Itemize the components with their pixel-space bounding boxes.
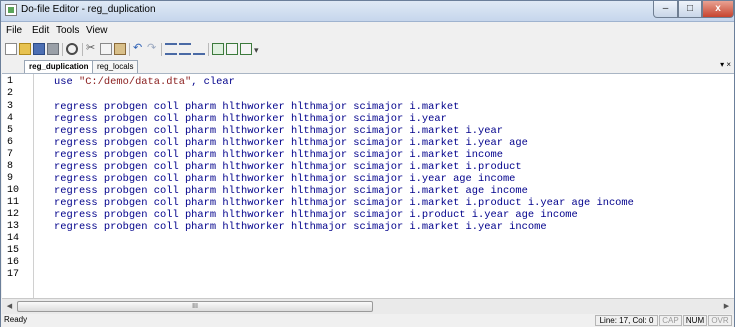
- line-number: 15: [7, 245, 20, 256]
- line-number: 13: [7, 221, 20, 232]
- unindent-icon[interactable]: [179, 43, 191, 55]
- code-line: regress probgen coll pharm hlthworker hl…: [54, 101, 460, 113]
- save-icon[interactable]: [33, 43, 45, 55]
- toolbar-separator: [208, 43, 209, 56]
- menu-edit[interactable]: Edit: [32, 25, 49, 36]
- toolbar-separator: [62, 43, 63, 56]
- code-line: regress probgen coll pharm hlthworker hl…: [54, 209, 578, 221]
- dropdown-icon[interactable]: ▾: [254, 43, 266, 55]
- tab-close-icon[interactable]: ▾ ×: [720, 60, 731, 69]
- cut-icon[interactable]: ✂: [86, 43, 98, 55]
- toolbar-separator: [82, 43, 83, 56]
- line-number: 7: [7, 149, 14, 160]
- status-ready: Ready: [4, 315, 28, 324]
- code-line: regress probgen coll pharm hlthworker hl…: [54, 197, 634, 209]
- maximize-button[interactable]: □: [678, 1, 702, 18]
- execute-icon[interactable]: [212, 43, 224, 55]
- copy-icon[interactable]: [100, 43, 112, 55]
- line-number-gutter: 1 2 3 4 5 6 7 8 9 10 11 12 13 14 15 16 1…: [2, 74, 34, 299]
- find-icon[interactable]: [66, 43, 78, 55]
- code-line: regress probgen coll pharm hlthworker hl…: [54, 173, 516, 185]
- scroll-left-arrow-icon[interactable]: ◀: [3, 300, 16, 313]
- caps-lock-indicator: CAP: [659, 315, 682, 326]
- line-number: 1: [7, 76, 14, 87]
- print-icon[interactable]: [47, 43, 59, 55]
- menu-bar: File Edit Tools View: [1, 22, 734, 40]
- execute-selection-icon[interactable]: [240, 43, 252, 55]
- overwrite-indicator: OVR: [708, 315, 732, 326]
- execute-quietly-icon[interactable]: [226, 43, 238, 55]
- indent-icon[interactable]: [165, 43, 177, 55]
- toolbar-separator: [129, 43, 130, 56]
- keyword-use: use: [54, 76, 79, 88]
- line-number: 2: [7, 88, 14, 99]
- code-line: regress probgen coll pharm hlthworker hl…: [54, 149, 503, 161]
- menu-tools[interactable]: Tools: [56, 25, 79, 36]
- line-number: 16: [7, 257, 20, 268]
- line-number: 3: [7, 101, 14, 112]
- code-line: regress probgen coll pharm hlthworker hl…: [54, 113, 447, 125]
- code-text: , clear: [191, 76, 235, 88]
- scrollbar-thumb[interactable]: III: [17, 301, 373, 312]
- redo-icon[interactable]: ↷: [147, 43, 159, 55]
- tab-reg-duplication[interactable]: reg_duplication: [24, 60, 94, 73]
- code-line: regress probgen coll pharm hlthworker hl…: [54, 125, 503, 137]
- undo-icon[interactable]: ↶: [133, 43, 145, 55]
- horizontal-scrollbar[interactable]: ◀ III ▶: [2, 298, 734, 314]
- line-number: 10: [7, 185, 20, 196]
- tab-reg-locals[interactable]: reg_locals: [92, 60, 139, 73]
- code-line: regress probgen coll pharm hlthworker hl…: [54, 137, 528, 149]
- tab-strip: reg_duplication reg_locals ▾ ×: [1, 59, 734, 73]
- comment-icon[interactable]: [193, 43, 205, 55]
- line-number: 4: [7, 113, 14, 124]
- app-icon: [5, 4, 17, 16]
- line-number: 14: [7, 233, 20, 244]
- line-number: 8: [7, 161, 14, 172]
- open-icon[interactable]: [19, 43, 31, 55]
- minimize-button[interactable]: –: [653, 1, 678, 18]
- do-file-editor-window: Do-file Editor - reg_duplication – □ x F…: [0, 0, 735, 327]
- line-number: 6: [7, 137, 14, 148]
- window-title: Do-file Editor - reg_duplication: [21, 4, 156, 15]
- line-number: 12: [7, 209, 20, 220]
- toolbar-separator: [161, 43, 162, 56]
- cursor-position: Line: 17, Col: 0: [595, 315, 658, 326]
- menu-view[interactable]: View: [86, 25, 108, 36]
- line-number: 9: [7, 173, 14, 184]
- string-literal: "C:/demo/data.dta": [78, 76, 192, 88]
- line-number: 11: [7, 197, 20, 208]
- title-bar[interactable]: Do-file Editor - reg_duplication – □ x: [1, 1, 734, 22]
- menu-file[interactable]: File: [6, 25, 22, 36]
- toolbar: ✂ ↶ ↷ ▾: [1, 40, 734, 59]
- code-line: use "C:/demo/data.dta", clear: [54, 76, 235, 88]
- status-bar: Ready Line: 17, Col: 0 CAP NUM OVR: [1, 314, 734, 327]
- scroll-right-arrow-icon[interactable]: ▶: [720, 300, 733, 313]
- line-number: 5: [7, 125, 14, 136]
- new-file-icon[interactable]: [5, 43, 17, 55]
- code-line: regress probgen coll pharm hlthworker hl…: [54, 161, 522, 173]
- paste-icon[interactable]: [114, 43, 126, 55]
- num-lock-indicator: NUM: [683, 315, 707, 326]
- close-button[interactable]: x: [702, 1, 734, 18]
- code-editor[interactable]: 1 2 3 4 5 6 7 8 9 10 11 12 13 14 15 16 1…: [2, 73, 734, 299]
- code-line: regress probgen coll pharm hlthworker hl…: [54, 221, 547, 233]
- code-line: regress probgen coll pharm hlthworker hl…: [54, 185, 528, 197]
- line-number: 17: [7, 269, 20, 280]
